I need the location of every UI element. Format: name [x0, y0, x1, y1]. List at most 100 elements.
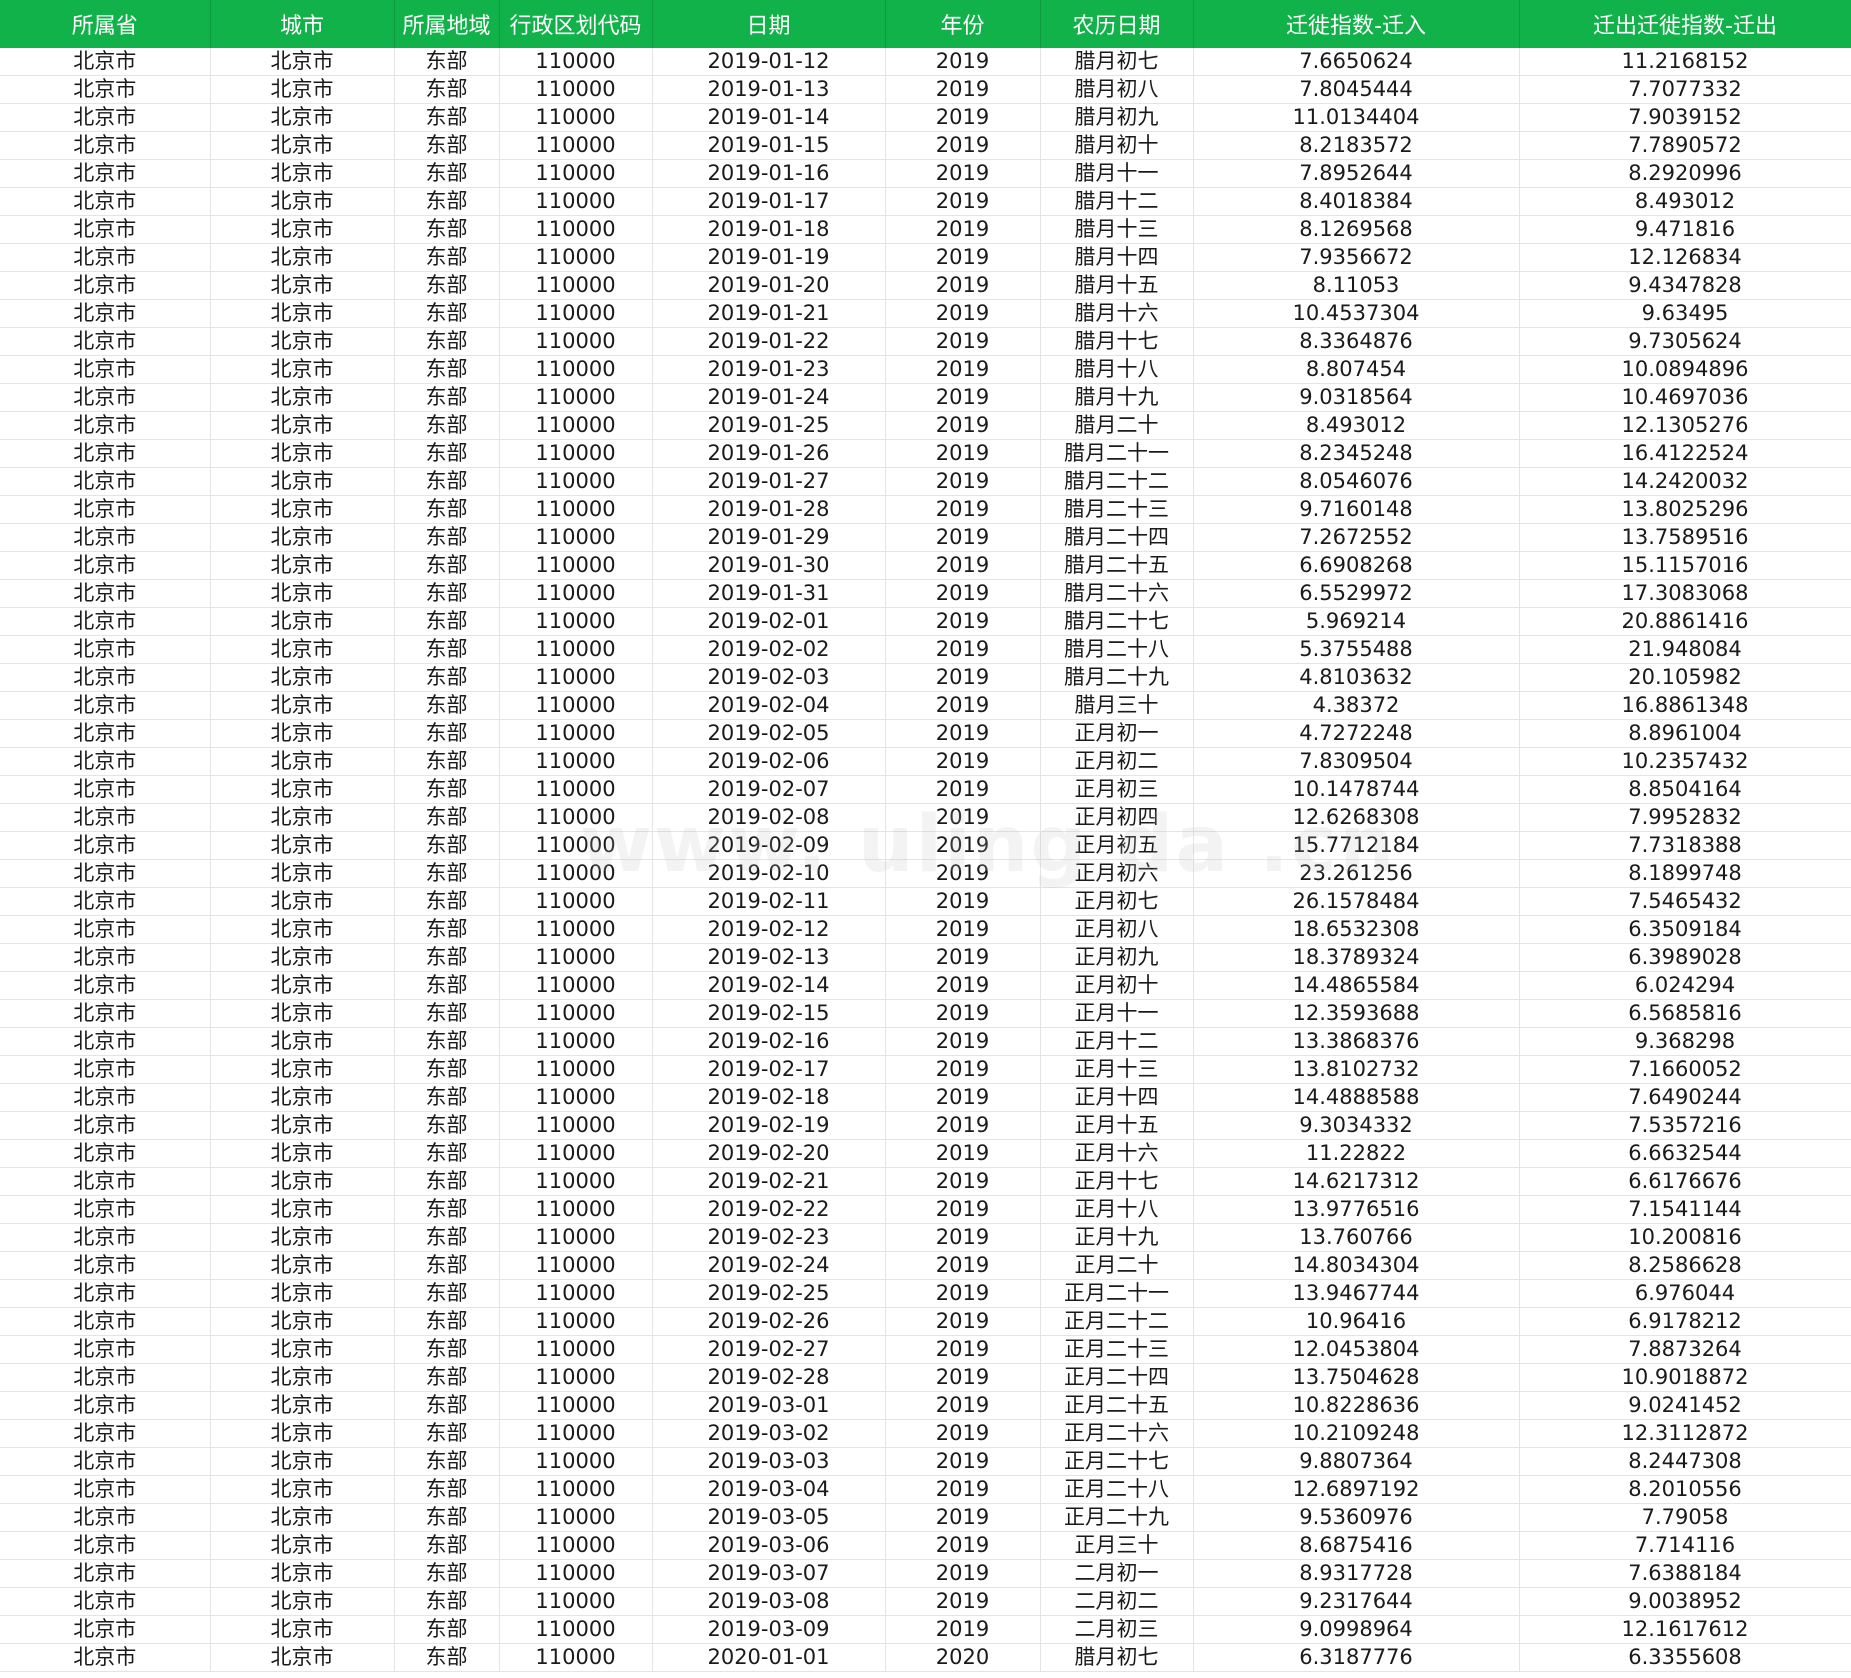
- table-row[interactable]: 北京市 北京市 东部 110000 2019-02-25 2019 正月二十一 13.9467…: [0, 1279, 1851, 1308]
- region-cell[interactable]: 东部: [394, 1223, 500, 1252]
- year-cell[interactable]: 2019: [885, 691, 1041, 720]
- province-cell[interactable]: 北京市: [0, 1279, 211, 1308]
- date-cell[interactable]: 2019-02-03: [652, 663, 886, 692]
- lunar-date-cell[interactable]: 正月十一: [1040, 999, 1194, 1028]
- date-cell[interactable]: 2019-01-22: [652, 327, 886, 356]
- outbound-index-cell[interactable]: 6.3989028: [1519, 943, 1851, 972]
- year-cell[interactable]: 2019: [885, 1195, 1041, 1224]
- column-header-outbound-index[interactable]: 迁出迁徙指数-迁出: [1519, 0, 1851, 48]
- outbound-index-cell[interactable]: 9.7305624: [1519, 327, 1851, 356]
- table-row[interactable]: 北京市 北京市 东部 110000 2019-03-03 2019 正月二十七 9.88073…: [0, 1447, 1851, 1476]
- date-cell[interactable]: 2019-03-03: [652, 1447, 886, 1476]
- region-cell[interactable]: 东部: [394, 439, 500, 468]
- column-header-lunar-date[interactable]: 农历日期: [1040, 0, 1194, 48]
- table-row[interactable]: 北京市 北京市 东部 110000 2019-01-15 2019 腊月初十 8.218357…: [0, 131, 1851, 160]
- region-cell[interactable]: 东部: [394, 1055, 500, 1084]
- province-cell[interactable]: 北京市: [0, 691, 211, 720]
- table-row[interactable]: 北京市 北京市 东部 110000 2019-02-21 2019 正月十七 14.62173…: [0, 1167, 1851, 1196]
- year-cell[interactable]: 2019: [885, 467, 1041, 496]
- lunar-date-cell[interactable]: 正月十五: [1040, 1111, 1194, 1140]
- inbound-index-cell[interactable]: 7.2672552: [1193, 523, 1520, 552]
- city-cell[interactable]: 北京市: [210, 1531, 395, 1560]
- region-cell[interactable]: 东部: [394, 1195, 500, 1224]
- inbound-index-cell[interactable]: 10.96416: [1193, 1307, 1520, 1336]
- lunar-date-cell[interactable]: 正月十二: [1040, 1027, 1194, 1056]
- lunar-date-cell[interactable]: 正月二十四: [1040, 1363, 1194, 1392]
- inbound-index-cell[interactable]: 12.3593688: [1193, 999, 1520, 1028]
- inbound-index-cell[interactable]: 6.5529972: [1193, 579, 1520, 608]
- table-row[interactable]: 北京市 北京市 东部 110000 2019-01-20 2019 腊月十五 8.11053 9…: [0, 271, 1851, 300]
- year-cell[interactable]: 2019: [885, 1419, 1041, 1448]
- region-cell[interactable]: 东部: [394, 635, 500, 664]
- admin-code-cell[interactable]: 110000: [499, 243, 653, 272]
- admin-code-cell[interactable]: 110000: [499, 999, 653, 1028]
- outbound-index-cell[interactable]: 7.8873264: [1519, 1335, 1851, 1364]
- outbound-index-cell[interactable]: 7.9039152: [1519, 103, 1851, 132]
- province-cell[interactable]: 北京市: [0, 75, 211, 104]
- date-cell[interactable]: 2019-03-02: [652, 1419, 886, 1448]
- admin-code-cell[interactable]: 110000: [499, 943, 653, 972]
- lunar-date-cell[interactable]: 正月初八: [1040, 915, 1194, 944]
- city-cell[interactable]: 北京市: [210, 635, 395, 664]
- region-cell[interactable]: 东部: [394, 1503, 500, 1532]
- city-cell[interactable]: 北京市: [210, 1223, 395, 1252]
- city-cell[interactable]: 北京市: [210, 747, 395, 776]
- region-cell[interactable]: 东部: [394, 299, 500, 328]
- date-cell[interactable]: 2019-01-16: [652, 159, 886, 188]
- outbound-index-cell[interactable]: 7.5357216: [1519, 1111, 1851, 1140]
- region-cell[interactable]: 东部: [394, 579, 500, 608]
- table-row[interactable]: 北京市 北京市 东部 110000 2019-02-23 2019 正月十九 13.76076…: [0, 1223, 1851, 1252]
- lunar-date-cell[interactable]: 正月初二: [1040, 747, 1194, 776]
- lunar-date-cell[interactable]: 正月十七: [1040, 1167, 1194, 1196]
- city-cell[interactable]: 北京市: [210, 775, 395, 804]
- province-cell[interactable]: 北京市: [0, 943, 211, 972]
- year-cell[interactable]: 2019: [885, 159, 1041, 188]
- date-cell[interactable]: 2019-02-17: [652, 1055, 886, 1084]
- region-cell[interactable]: 东部: [394, 1643, 500, 1672]
- date-cell[interactable]: 2019-01-18: [652, 215, 886, 244]
- inbound-index-cell[interactable]: 9.3034332: [1193, 1111, 1520, 1140]
- table-row[interactable]: 北京市 北京市 东部 110000 2019-02-16 2019 正月十二 13.38683…: [0, 1027, 1851, 1056]
- table-row[interactable]: 北京市 北京市 东部 110000 2019-01-16 2019 腊月十一 7.895264…: [0, 159, 1851, 188]
- province-cell[interactable]: 北京市: [0, 439, 211, 468]
- inbound-index-cell[interactable]: 15.7712184: [1193, 831, 1520, 860]
- admin-code-cell[interactable]: 110000: [499, 1223, 653, 1252]
- table-row[interactable]: 北京市 北京市 东部 110000 2019-01-21 2019 腊月十六 10.45373…: [0, 299, 1851, 328]
- inbound-index-cell[interactable]: 14.6217312: [1193, 1167, 1520, 1196]
- inbound-index-cell[interactable]: 14.4865584: [1193, 971, 1520, 1000]
- admin-code-cell[interactable]: 110000: [499, 1447, 653, 1476]
- inbound-index-cell[interactable]: 9.8807364: [1193, 1447, 1520, 1476]
- date-cell[interactable]: 2019-01-21: [652, 299, 886, 328]
- inbound-index-cell[interactable]: 8.6875416: [1193, 1531, 1520, 1560]
- inbound-index-cell[interactable]: 14.4888588: [1193, 1083, 1520, 1112]
- province-cell[interactable]: 北京市: [0, 663, 211, 692]
- lunar-date-cell[interactable]: 正月十九: [1040, 1223, 1194, 1252]
- province-cell[interactable]: 北京市: [0, 971, 211, 1000]
- table-row[interactable]: 北京市 北京市 东部 110000 2019-01-18 2019 腊月十三 8.126956…: [0, 215, 1851, 244]
- date-cell[interactable]: 2019-03-01: [652, 1391, 886, 1420]
- inbound-index-cell[interactable]: 10.1478744: [1193, 775, 1520, 804]
- year-cell[interactable]: 2019: [885, 215, 1041, 244]
- table-row[interactable]: 北京市 北京市 东部 110000 2019-02-20 2019 正月十六 11.22822…: [0, 1139, 1851, 1168]
- outbound-index-cell[interactable]: 6.9178212: [1519, 1307, 1851, 1336]
- year-cell[interactable]: 2019: [885, 103, 1041, 132]
- inbound-index-cell[interactable]: 7.6650624: [1193, 48, 1520, 76]
- province-cell[interactable]: 北京市: [0, 467, 211, 496]
- date-cell[interactable]: 2019-02-16: [652, 1027, 886, 1056]
- table-row[interactable]: 北京市 北京市 东部 110000 2019-03-02 2019 正月二十六 10.2109…: [0, 1419, 1851, 1448]
- city-cell[interactable]: 北京市: [210, 943, 395, 972]
- province-cell[interactable]: 北京市: [0, 1139, 211, 1168]
- date-cell[interactable]: 2019-02-09: [652, 831, 886, 860]
- table-row[interactable]: 北京市 北京市 东部 110000 2019-03-07 2019 二月初一 8.931772…: [0, 1559, 1851, 1588]
- outbound-index-cell[interactable]: 6.6176676: [1519, 1167, 1851, 1196]
- province-cell[interactable]: 北京市: [0, 1055, 211, 1084]
- table-row[interactable]: 北京市 北京市 东部 110000 2019-02-06 2019 正月初二 7.830950…: [0, 747, 1851, 776]
- lunar-date-cell[interactable]: 腊月十九: [1040, 383, 1194, 412]
- city-cell[interactable]: 北京市: [210, 1111, 395, 1140]
- province-cell[interactable]: 北京市: [0, 187, 211, 216]
- province-cell[interactable]: 北京市: [0, 1391, 211, 1420]
- inbound-index-cell[interactable]: 6.6908268: [1193, 551, 1520, 580]
- column-header-city[interactable]: 城市: [210, 0, 395, 48]
- province-cell[interactable]: 北京市: [0, 243, 211, 272]
- province-cell[interactable]: 北京市: [0, 495, 211, 524]
